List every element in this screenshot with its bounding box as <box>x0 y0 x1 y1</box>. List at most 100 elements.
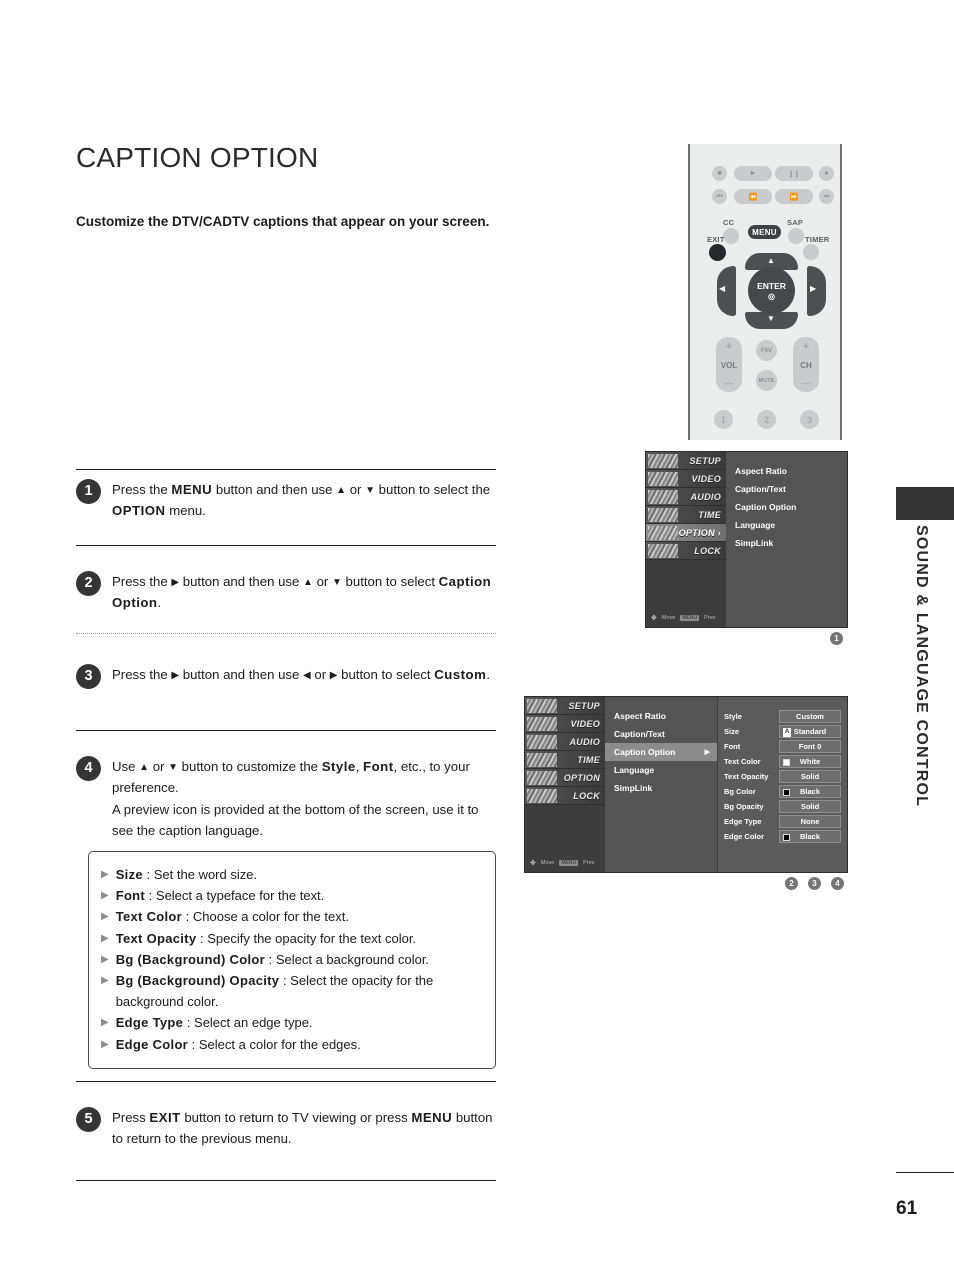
setting-row-edge-type[interactable]: Edge Type None <box>724 814 841 829</box>
tv1-menu-item-language[interactable]: Language <box>726 516 847 534</box>
cc-label: CC <box>723 218 735 227</box>
tv2-rail-item-lock[interactable]: LOCK <box>525 787 605 805</box>
setting-row-bg-color[interactable]: Bg Color Black <box>724 784 841 799</box>
setting-value[interactable]: Black <box>779 785 841 798</box>
rail-item-label: SETUP <box>568 700 600 711</box>
bullet-triangle-icon: ▶ <box>101 1038 109 1050</box>
rail-item-label: SETUP <box>689 455 721 466</box>
option-description-text: Edge Color : Select a color for the edge… <box>115 1036 361 1052</box>
tv1-menu-item-caption-option[interactable]: Caption Option <box>726 498 847 516</box>
setting-row-edge-color[interactable]: Edge Color Black <box>724 829 841 844</box>
tv2-rail-item-option[interactable]: OPTION <box>525 769 605 787</box>
number-1-button[interactable]: 1 <box>714 410 733 429</box>
tv1-menu-item-simplink[interactable]: SimpLink <box>726 534 847 552</box>
divider-4 <box>76 1081 496 1082</box>
fav-button[interactable]: FAV <box>756 340 777 361</box>
tv1-rail-item-lock[interactable]: LOCK <box>646 542 726 560</box>
setting-row-text-color[interactable]: Text Color White <box>724 754 841 769</box>
tv1-rail-item-audio[interactable]: AUDIO <box>646 488 726 506</box>
tv1-rail-item-video[interactable]: VIDEO <box>646 470 726 488</box>
tv2-rail-item-time[interactable]: TIME <box>525 751 605 769</box>
tv2-rail-item-audio[interactable]: AUDIO <box>525 733 605 751</box>
sap-button[interactable] <box>788 228 804 244</box>
pause-icon: ❙❙ <box>775 166 813 181</box>
option-description-item: ▶ Size : Set the word size. <box>101 864 481 885</box>
setting-value[interactable]: Solid <box>779 770 841 783</box>
tv2-menu-item-aspect-ratio[interactable]: Aspect Ratio <box>605 707 717 725</box>
tv1-rail-item-setup[interactable]: SETUP <box>646 452 726 470</box>
setting-value[interactable]: Black <box>779 830 841 843</box>
menu-item-label: Aspect Ratio <box>735 466 787 476</box>
tv1-menu-item-caption-text[interactable]: Caption/Text <box>726 480 847 498</box>
setting-row-font[interactable]: Font Font 0 <box>724 739 841 754</box>
setting-row-bg-opacity[interactable]: Bg Opacity Solid <box>724 799 841 814</box>
enter-button[interactable]: ENTER ◎ <box>748 267 795 314</box>
option-description-item: ▶ Edge Color : Select a color for the edg… <box>101 1034 481 1055</box>
divider-2-dotted <box>76 633 496 634</box>
setting-value[interactable]: Custom <box>779 710 841 723</box>
setting-value[interactable]: White <box>779 755 841 768</box>
option-description-text: Size : Set the word size. <box>115 867 258 882</box>
step-4: 4 Use ▲ or ▼ button to customize the Sty… <box>76 755 501 842</box>
setting-value[interactable]: Font 0 <box>779 740 841 753</box>
setting-row-style[interactable]: Style Custom <box>724 709 841 724</box>
channel-label: CH <box>800 361 812 370</box>
volume-rocker[interactable]: + VOL — <box>716 337 742 392</box>
move-hint-label: Move <box>661 615 676 621</box>
setting-row-size[interactable]: Size A Standard <box>724 724 841 739</box>
volume-up-icon: + <box>725 339 733 353</box>
setting-value[interactable]: Solid <box>779 800 841 813</box>
timer-label: TIMER <box>805 235 830 244</box>
number-3-button[interactable]: 3 <box>800 410 819 429</box>
menu-item-label: Caption/Text <box>735 484 786 494</box>
rail-thumbnail-icon <box>527 735 557 749</box>
menu-item-label: Language <box>614 765 655 775</box>
prev-hint-label: Prev <box>704 615 716 621</box>
dpad-left-icon: ◀ <box>719 284 726 293</box>
tv-menu-screenshot-2: SETUP VIDEO AUDIO TIME OPTION LOCK ✥ Move MENU Pr… <box>524 696 848 873</box>
dpad-right-icon: ▶ <box>810 284 817 293</box>
tv2-rail-item-video[interactable]: VIDEO <box>525 715 605 733</box>
tv1-rail-item-option[interactable]: OPTION › <box>646 524 726 542</box>
tv2-category-rail: SETUP VIDEO AUDIO TIME OPTION LOCK ✥ Move MENU Pr… <box>525 697 605 872</box>
setting-value[interactable]: A Standard <box>779 725 841 738</box>
tv1-menu-item-aspect-ratio[interactable]: Aspect Ratio <box>726 462 847 480</box>
tv2-menu-item-simplink[interactable]: SimpLink <box>605 779 717 797</box>
chevron-right-icon: ▶ <box>704 749 710 756</box>
tv-menu-screenshot-1: SETUP VIDEO AUDIO TIME OPTION › LOCK ✥ Move MENU… <box>645 451 848 628</box>
setting-row-text-opacity[interactable]: Text Opacity Solid <box>724 769 841 784</box>
divider-bottom <box>76 1180 496 1181</box>
tv2-menu-item-caption-text[interactable]: Caption/Text <box>605 725 717 743</box>
dpad-up-icon: ▲ <box>767 256 775 265</box>
mute-button[interactable]: MUTE <box>756 370 777 391</box>
enter-label: ENTER <box>757 280 786 291</box>
tv2-option-list: Aspect Ratio Caption/Text Caption Option ▶ L… <box>605 697 717 872</box>
setting-value[interactable]: None <box>779 815 841 828</box>
rail-item-label: VIDEO <box>691 473 721 484</box>
tv2-rail-item-setup[interactable]: SETUP <box>525 697 605 715</box>
rail-item-label: OPTION <box>563 772 600 783</box>
menu-button[interactable]: MENU <box>748 225 781 239</box>
menu-item-label: Language <box>735 520 776 530</box>
section-tab-marker <box>896 487 954 520</box>
manual-page: CAPTION OPTION Customize the DTV/CADTV c… <box>0 0 954 1272</box>
menu-key-icon: MENU <box>559 860 579 866</box>
tv1-category-rail: SETUP VIDEO AUDIO TIME OPTION › LOCK ✥ Move MENU… <box>646 452 726 627</box>
footer-rule <box>896 1172 954 1173</box>
tv1-rail-item-time[interactable]: TIME <box>646 506 726 524</box>
tv2-menu-item-language[interactable]: Language <box>605 761 717 779</box>
menu-item-label: Caption Option <box>614 747 676 757</box>
bullet-triangle-icon: ▶ <box>101 911 109 923</box>
setting-value-text: Font 0 <box>798 741 822 751</box>
setting-label: Text Color <box>724 756 761 766</box>
step-3-badge: 3 <box>76 664 101 689</box>
divider-top <box>76 469 496 470</box>
rail-item-label: AUDIO <box>569 736 600 747</box>
caption-option-settings-panel: Style Custom Size A Standard Font Font 0 Text C… <box>717 697 847 872</box>
cc-button[interactable] <box>723 228 739 244</box>
tv2-menu-item-caption-option[interactable]: Caption Option ▶ <box>605 743 717 761</box>
setting-value-text: White <box>799 756 821 766</box>
channel-rocker[interactable]: + CH — <box>793 337 819 392</box>
rail-thumbnail-icon <box>527 771 557 785</box>
number-2-button[interactable]: 2 <box>757 410 776 429</box>
